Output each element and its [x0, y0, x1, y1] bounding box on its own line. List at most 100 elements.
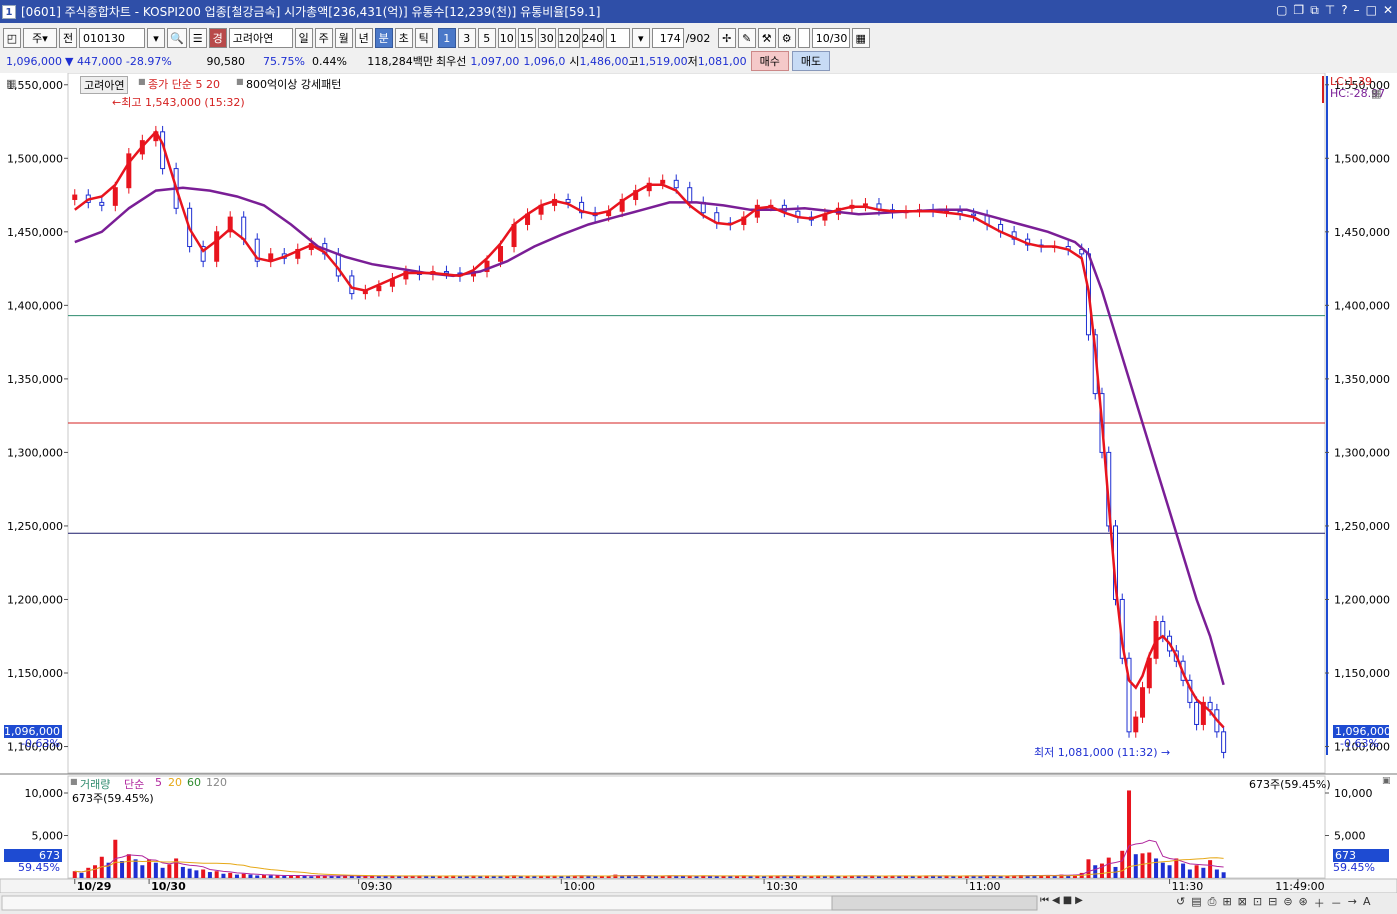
- volume-bar-160: [1154, 858, 1159, 878]
- x-tick-label-6: 11:30: [1172, 880, 1204, 893]
- count-dropdown-icon[interactable]: ▾: [631, 28, 650, 48]
- grid-icon[interactable]: ▦: [6, 77, 16, 90]
- window-title: [0601] 주식종합차트 - KOSPI200 업종[철강금속] 시가총액[2…: [21, 5, 601, 19]
- period-select[interactable]: 주 ▾: [23, 28, 57, 48]
- buy-button[interactable]: 매수: [750, 51, 789, 71]
- volume-bar-152: [1099, 863, 1104, 878]
- volume-bar-63: [498, 876, 503, 878]
- calendar-icon[interactable]: ▦: [851, 28, 870, 48]
- scroll-prev-icon[interactable]: ◀: [1052, 895, 1060, 906]
- right-grid-icon[interactable]: ▦: [1371, 87, 1381, 100]
- help-icon[interactable]: ?: [1341, 3, 1347, 18]
- volume-bar-68: [532, 876, 537, 878]
- gear-icon[interactable]: ⚙: [777, 28, 796, 48]
- print-icon[interactable]: ⎙: [1208, 895, 1217, 911]
- pin-icon[interactable]: ⊤: [1325, 3, 1335, 18]
- interval-240[interactable]: 240: [581, 28, 604, 48]
- volume-bar-0: [72, 871, 77, 878]
- save-icon[interactable]: ▤: [1191, 895, 1201, 911]
- interval-15[interactable]: 15: [517, 28, 536, 48]
- horizontal-scrollbar: [1, 895, 833, 911]
- sell-button[interactable]: 매도: [791, 51, 831, 71]
- volume-bar-10: [140, 865, 145, 878]
- candle-body-32: [498, 246, 504, 262]
- y-tick-label-right-8: 1,150,000: [1334, 667, 1390, 680]
- stock-code-input[interactable]: 010130: [79, 28, 145, 48]
- scroll-next-icon[interactable]: ▶: [1075, 895, 1083, 906]
- zoom-in-icon[interactable]: ＋: [1314, 895, 1325, 911]
- scroll-first-icon[interactable]: ⏮: [1040, 895, 1049, 906]
- volume-bar-166: [1194, 865, 1199, 878]
- trade-volume: 90,580: [206, 54, 245, 68]
- split-icon[interactable]: ⊞: [1222, 895, 1231, 911]
- y-tick-label-right-2: 1,450,000: [1334, 226, 1390, 239]
- volume-bar-60: [478, 876, 483, 878]
- tool-a-icon[interactable]: ⊠: [1238, 895, 1247, 911]
- page-input[interactable]: 174: [651, 28, 684, 48]
- legend-ma[interactable]: 종가 단순 5 20: [148, 76, 220, 92]
- page-total: /902: [685, 31, 711, 45]
- range-day[interactable]: 일: [294, 28, 313, 48]
- range-week[interactable]: 주: [314, 28, 333, 48]
- volume-bar-164: [1181, 863, 1186, 878]
- volume-bar-34: [302, 875, 307, 878]
- tool-e-icon[interactable]: ⊛: [1299, 895, 1308, 911]
- refresh-icon[interactable]: ↺: [1176, 895, 1185, 911]
- range-month[interactable]: 월: [334, 28, 353, 48]
- all-button[interactable]: 전: [59, 28, 77, 48]
- drawing-icon[interactable]: ✎: [737, 28, 756, 48]
- legend-pattern[interactable]: 800억이상 강세패턴: [246, 76, 341, 92]
- volume-bar-95: [714, 876, 719, 878]
- code-dropdown-icon[interactable]: ▾: [147, 28, 165, 48]
- volume-current-pct-right: 59.45%: [1333, 861, 1375, 874]
- window-index: 1: [2, 4, 16, 19]
- volume-bar-130: [951, 876, 956, 878]
- news-icon[interactable]: ☰: [188, 28, 207, 48]
- tool-b-icon[interactable]: ⊡: [1253, 895, 1262, 911]
- zoom-reset-icon[interactable]: →: [1348, 895, 1357, 911]
- minimize-icon[interactable]: –: [1354, 3, 1360, 18]
- font-size-icon[interactable]: A: [1363, 895, 1371, 911]
- tools-icon[interactable]: ⚒: [757, 28, 776, 48]
- interval-30[interactable]: 30: [537, 28, 556, 48]
- zoom-out-icon[interactable]: －: [1331, 895, 1342, 911]
- legend-stock[interactable]: 고려아연: [80, 76, 129, 94]
- range-tick[interactable]: 틱: [414, 28, 433, 48]
- stock-name: 고려아연: [228, 28, 293, 48]
- candle-body-3: [112, 187, 118, 206]
- tool-d-icon[interactable]: ⊜: [1283, 895, 1292, 911]
- interval-10[interactable]: 10: [497, 28, 516, 48]
- interval-120[interactable]: 120: [557, 28, 580, 48]
- y-tick-label-right-1: 1,500,000: [1334, 152, 1390, 165]
- tool-c-icon[interactable]: ⊟: [1268, 895, 1277, 911]
- chart-type-icon[interactable]: ◰: [3, 28, 21, 48]
- volume-bar-165: [1187, 869, 1192, 878]
- interval-3[interactable]: 3: [457, 28, 476, 48]
- vol-tick-label-left-1: 5,000: [32, 830, 64, 843]
- volume-bar-73: [566, 876, 571, 878]
- volume-bar-26: [248, 874, 253, 878]
- layout-icon[interactable]: ▢: [1276, 3, 1287, 18]
- chart-area[interactable]: 1,550,000 1,550,000 1,500,000 1,500,000 1,45…: [0, 73, 1397, 914]
- interval-5[interactable]: 5: [477, 28, 496, 48]
- crosshair-icon[interactable]: ✢: [717, 28, 736, 48]
- maximize-icon[interactable]: □: [1366, 3, 1377, 18]
- low-price: 1,081,00: [697, 54, 747, 68]
- count-input[interactable]: 1: [605, 28, 630, 48]
- close-icon[interactable]: ✕: [1383, 3, 1393, 18]
- range-year[interactable]: 년: [354, 28, 373, 48]
- date-input[interactable]: 10/30: [811, 28, 850, 48]
- copy-icon[interactable]: ⧉: [1310, 3, 1319, 18]
- range-second[interactable]: 초: [394, 28, 413, 48]
- volume-bar-29: [268, 875, 273, 878]
- interval-1[interactable]: 1: [437, 28, 456, 48]
- restore-icon[interactable]: ❐: [1293, 3, 1304, 18]
- volume-value: 673주(59.45%): [72, 792, 154, 805]
- volume-bar-48: [397, 876, 402, 878]
- search-icon[interactable]: 🔍: [167, 28, 187, 48]
- date-checkbox[interactable]: [797, 28, 810, 48]
- range-minute[interactable]: 분: [374, 28, 393, 48]
- volume-bar-170: [1221, 872, 1226, 878]
- volume-panel-icon[interactable]: ▣: [1382, 776, 1391, 786]
- scroll-stop-icon[interactable]: ■: [1063, 895, 1072, 906]
